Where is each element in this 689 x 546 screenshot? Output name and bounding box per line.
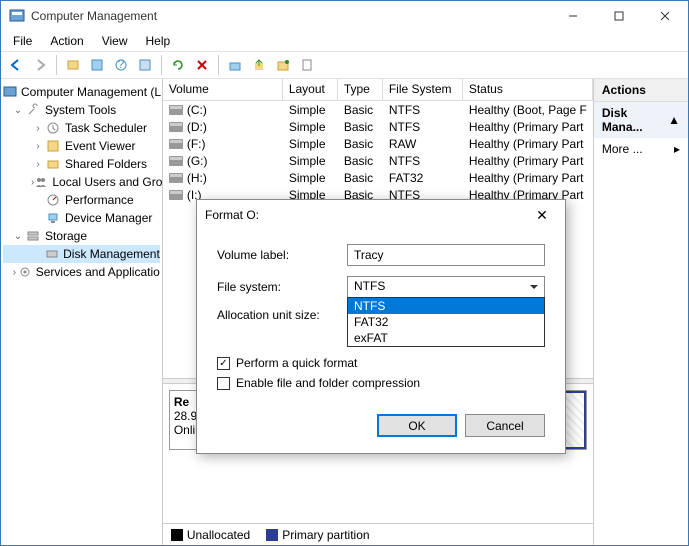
- tb-icon-7[interactable]: [272, 54, 294, 76]
- volume-grid-header: Volume Layout Type File System Status: [163, 79, 593, 101]
- filesystem-dropdown[interactable]: NTFS FAT32 exFAT: [347, 297, 545, 347]
- col-filesystem[interactable]: File System: [383, 79, 463, 100]
- tb-icon-6[interactable]: [248, 54, 270, 76]
- legend-primary-swatch: [266, 529, 278, 541]
- tree-system-tools[interactable]: ⌄ System Tools: [3, 101, 160, 119]
- menu-file[interactable]: File: [5, 32, 40, 50]
- expand-icon[interactable]: ›: [11, 267, 18, 278]
- app-icon: [9, 8, 25, 24]
- checkbox-checked-icon: ✓: [217, 357, 230, 370]
- expand-icon[interactable]: ›: [31, 141, 45, 152]
- maximize-button[interactable]: [596, 1, 642, 31]
- event-icon: [45, 138, 61, 154]
- volume-icon: [169, 190, 183, 200]
- col-layout[interactable]: Layout: [283, 79, 338, 100]
- close-button[interactable]: [642, 1, 688, 31]
- expand-icon[interactable]: ›: [31, 123, 45, 134]
- fs-option-fat32[interactable]: FAT32: [348, 314, 544, 330]
- tb-icon-3[interactable]: ?: [110, 54, 132, 76]
- format-dialog: Format O: ✕ Volume label: File system: N…: [196, 199, 566, 454]
- col-volume[interactable]: Volume: [163, 79, 283, 100]
- tree-performance[interactable]: Performance: [3, 191, 160, 209]
- volume-row[interactable]: (C:)SimpleBasicNTFSHealthy (Boot, Page F: [163, 101, 593, 118]
- volume-label-input[interactable]: [347, 244, 545, 266]
- chevron-right-icon: ▸: [674, 142, 680, 156]
- volume-icon: [169, 122, 183, 132]
- tools-icon: [25, 102, 41, 118]
- volume-row[interactable]: (G:)SimpleBasicNTFSHealthy (Primary Part: [163, 152, 593, 169]
- legend-unallocated-swatch: [171, 529, 183, 541]
- volume-icon: [169, 173, 183, 183]
- volume-icon: [169, 105, 183, 115]
- minimize-button[interactable]: [550, 1, 596, 31]
- menu-view[interactable]: View: [94, 32, 136, 50]
- tb-icon-8[interactable]: [296, 54, 318, 76]
- allocation-label: Allocation unit size:: [217, 308, 347, 322]
- tree-root[interactable]: Computer Management (L: [3, 83, 160, 101]
- window-title: Computer Management: [31, 9, 550, 23]
- tree-shared-folders[interactable]: ›Shared Folders: [3, 155, 160, 173]
- back-button[interactable]: [5, 54, 27, 76]
- menubar: File Action View Help: [1, 31, 688, 51]
- fs-option-exfat[interactable]: exFAT: [348, 330, 544, 346]
- tb-icon-4[interactable]: [134, 54, 156, 76]
- tb-icon-1[interactable]: [62, 54, 84, 76]
- actions-more[interactable]: More ...▸: [594, 138, 688, 160]
- navigation-tree[interactable]: Computer Management (L ⌄ System Tools ›T…: [1, 79, 163, 545]
- storage-icon: [25, 228, 41, 244]
- disk-icon: [45, 246, 59, 262]
- expand-icon[interactable]: ›: [31, 159, 45, 170]
- col-type[interactable]: Type: [338, 79, 383, 100]
- refresh-button[interactable]: [167, 54, 189, 76]
- clock-icon: [45, 120, 61, 136]
- collapse-icon[interactable]: ⌄: [11, 231, 25, 242]
- compression-checkbox[interactable]: Enable file and folder compression: [217, 376, 545, 390]
- titlebar: Computer Management: [1, 1, 688, 31]
- col-status[interactable]: Status: [463, 79, 593, 100]
- ok-button[interactable]: OK: [377, 414, 457, 437]
- volume-row[interactable]: (F:)SimpleBasicRAWHealthy (Primary Part: [163, 135, 593, 152]
- tree-storage[interactable]: ⌄Storage: [3, 227, 160, 245]
- actions-pane: Actions Disk Mana...▲ More ...▸: [594, 79, 688, 545]
- tree-task-scheduler[interactable]: ›Task Scheduler: [3, 119, 160, 137]
- tb-icon-5[interactable]: [224, 54, 246, 76]
- volume-icon: [169, 156, 183, 166]
- checkbox-unchecked-icon: [217, 377, 230, 390]
- toolbar: ?: [1, 51, 688, 79]
- volume-row[interactable]: (D:)SimpleBasicNTFSHealthy (Primary Part: [163, 118, 593, 135]
- menu-help[interactable]: Help: [138, 32, 179, 50]
- collapse-icon[interactable]: ⌄: [11, 105, 25, 116]
- filesystem-select[interactable]: NTFS NTFS FAT32 exFAT: [347, 276, 545, 298]
- filesystem-label: File system:: [217, 280, 347, 294]
- actions-disk-heading[interactable]: Disk Mana...▲: [594, 102, 688, 138]
- performance-icon: [45, 192, 61, 208]
- delete-button[interactable]: [191, 54, 213, 76]
- dialog-close-button[interactable]: ✕: [527, 200, 557, 230]
- services-icon: [18, 264, 32, 280]
- device-icon: [45, 210, 61, 226]
- tb-icon-2[interactable]: [86, 54, 108, 76]
- actions-header: Actions: [594, 79, 688, 102]
- quick-format-checkbox[interactable]: ✓ Perform a quick format: [217, 356, 545, 370]
- tree-event-viewer[interactable]: ›Event Viewer: [3, 137, 160, 155]
- users-icon: [34, 174, 48, 190]
- collapse-icon: ▲: [668, 113, 680, 127]
- tree-local-users[interactable]: ›Local Users and Gro: [3, 173, 160, 191]
- computer-icon: [3, 84, 17, 100]
- volume-label-label: Volume label:: [217, 248, 347, 262]
- fs-option-ntfs[interactable]: NTFS: [348, 298, 544, 314]
- volume-row[interactable]: (H:)SimpleBasicFAT32Healthy (Primary Par…: [163, 169, 593, 186]
- legend: Unallocated Primary partition: [163, 523, 593, 545]
- dialog-title: Format O:: [205, 208, 527, 222]
- tree-device-manager[interactable]: Device Manager: [3, 209, 160, 227]
- tree-services[interactable]: ›Services and Applicatio: [3, 263, 160, 281]
- svg-text:?: ?: [118, 58, 125, 71]
- cancel-button[interactable]: Cancel: [465, 414, 545, 437]
- tree-disk-management[interactable]: Disk Management: [3, 245, 160, 263]
- volume-icon: [169, 139, 183, 149]
- dialog-titlebar[interactable]: Format O: ✕: [197, 200, 565, 230]
- forward-button[interactable]: [29, 54, 51, 76]
- folder-icon: [45, 156, 61, 172]
- menu-action[interactable]: Action: [42, 32, 91, 50]
